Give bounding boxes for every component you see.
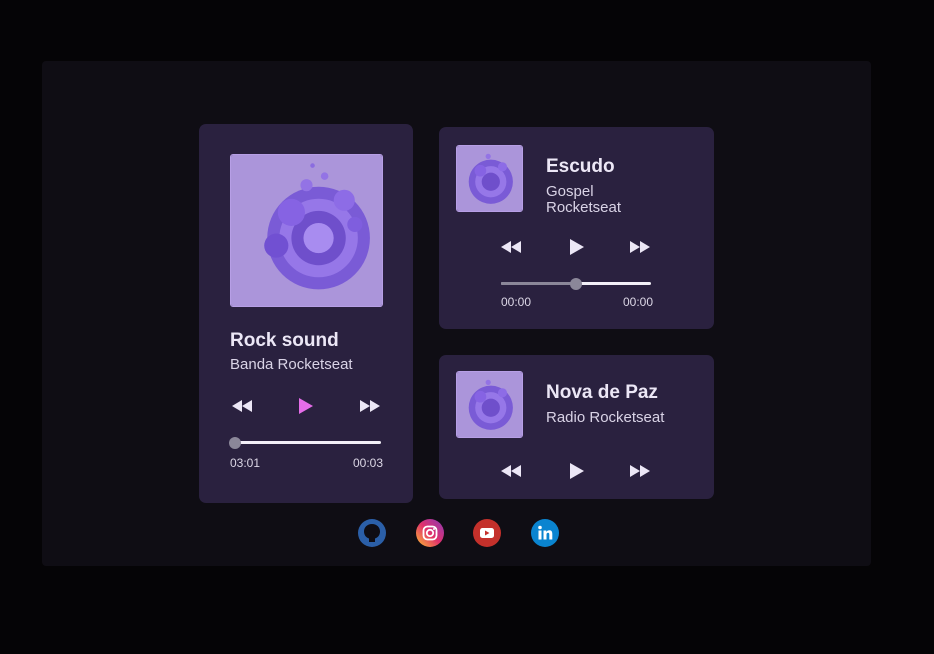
rewind-icon [501, 465, 521, 477]
album-cover-image [230, 154, 383, 307]
progress-fill [501, 282, 576, 285]
total-time: 00:00 [623, 295, 654, 309]
track-title: Rock sound [230, 330, 339, 351]
current-time: 00:00 [501, 295, 532, 309]
github-icon [358, 519, 386, 547]
progress-slider[interactable] [501, 277, 651, 290]
play-icon [570, 239, 584, 255]
fast-forward-button[interactable] [628, 239, 652, 255]
progress-thumb[interactable] [570, 277, 582, 290]
track-artist: Rocketseat [546, 199, 622, 216]
play-button[interactable] [568, 238, 585, 256]
player-card-rock-sound: Rock sound Banda Rocketseat 03:01 00:03 [199, 124, 413, 503]
track-title: Nova de Paz [546, 382, 658, 403]
rewind-icon [501, 241, 521, 253]
play-button[interactable] [297, 397, 314, 415]
album-cover-image [456, 145, 523, 212]
instagram-icon [416, 519, 444, 547]
rewind-icon [232, 400, 252, 412]
track-genre: Gospel [546, 183, 594, 200]
current-time: 03:01 [230, 456, 261, 470]
fast-forward-icon [360, 400, 380, 412]
play-icon [570, 463, 584, 479]
track-artist: Radio Rocketseat [546, 409, 665, 426]
youtube-link[interactable] [472, 518, 502, 548]
youtube-icon [473, 519, 501, 547]
track-title: Escudo [546, 156, 615, 177]
linkedin-link[interactable] [530, 518, 560, 548]
rewind-button[interactable] [230, 398, 254, 414]
github-link[interactable] [357, 518, 387, 548]
fast-forward-icon [630, 241, 650, 253]
play-button[interactable] [568, 462, 585, 480]
rewind-button[interactable] [499, 463, 523, 479]
instagram-link[interactable] [415, 518, 445, 548]
fast-forward-button[interactable] [358, 398, 382, 414]
total-time: 00:03 [353, 456, 384, 470]
play-icon [299, 398, 313, 414]
player-card-nova-de-paz: Nova de Paz Radio Rocketseat [439, 355, 714, 499]
progress-slider[interactable] [228, 436, 381, 449]
fast-forward-button[interactable] [628, 463, 652, 479]
player-card-escudo: Escudo Gospel Rocketseat 00:00 00:00 [439, 127, 714, 329]
rewind-button[interactable] [499, 239, 523, 255]
album-cover-image [456, 371, 523, 438]
linkedin-icon [531, 519, 559, 547]
progress-thumb[interactable] [228, 436, 241, 449]
fast-forward-icon [630, 465, 650, 477]
track-artist: Banda Rocketseat [230, 356, 353, 373]
